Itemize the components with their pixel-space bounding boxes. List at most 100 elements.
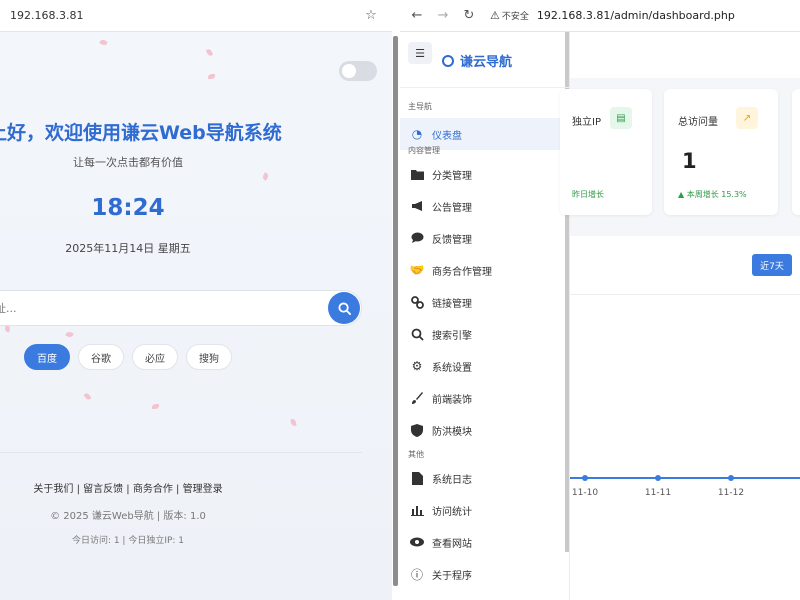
- shield-icon: [410, 423, 424, 437]
- sidebar-item-about[interactable]: ⓘ 关于程序: [400, 558, 569, 590]
- stat-card-partial: [792, 89, 800, 215]
- bookmark-star-icon[interactable]: ☆: [360, 8, 382, 23]
- visit-line-chart: 11-10 11-11 11-12: [570, 475, 800, 498]
- sidebar-item-announcements[interactable]: 公告管理: [400, 190, 569, 222]
- brand-name: 谦云导航: [460, 55, 513, 70]
- compass-logo-icon: [442, 54, 454, 67]
- petal-decoration-icon: [205, 48, 214, 57]
- forward-arrow-icon[interactable]: →: [430, 8, 456, 23]
- megaphone-icon: [410, 199, 424, 213]
- reload-icon[interactable]: ↻: [456, 8, 482, 23]
- section-other: 其他: [408, 450, 424, 459]
- engine-google[interactable]: 谷歌: [78, 344, 124, 370]
- nav-homepage: 上好，欢迎使用谦云Web导航系统 让每一次点击都有价值 18:24 2025年1…: [0, 32, 392, 600]
- sidebar-item-label: 访问统计: [432, 506, 472, 518]
- paintbrush-icon: [410, 391, 424, 405]
- sidebar-item-label: 公告管理: [432, 202, 472, 214]
- petal-decoration-icon: [261, 172, 270, 181]
- dashboard-main: 独立IP ▤ 昨日增长 总访问量 ↗ 1 ▲ 本周增长 15.3% 近7天 11…: [560, 32, 800, 600]
- left-browser-toolbar: 192.168.3.81 ☆: [0, 0, 392, 32]
- sidebar-item-label: 链接管理: [432, 298, 472, 310]
- petal-decoration-icon: [290, 418, 297, 427]
- bar-chart-icon: [410, 503, 424, 517]
- data-point[interactable]: [582, 475, 588, 481]
- sidebar-item-decoration[interactable]: 前端装饰: [400, 382, 569, 414]
- stat-card-unique-ip: 独立IP ▤ 昨日增长: [560, 89, 652, 215]
- sidebar-item-visit-stats[interactable]: 访问统计: [400, 494, 569, 526]
- copyright-text: © 2025 谦云Web导航 | 版本: 1.0: [50, 511, 206, 522]
- eye-icon: [410, 535, 424, 549]
- visit-stats-text: 今日访问: 1 | 今日独立IP: 1: [71, 536, 185, 546]
- sidebar-item-business[interactable]: 🤝 商务合作管理: [400, 254, 569, 286]
- theme-toggle[interactable]: [339, 61, 377, 81]
- search-input[interactable]: [0, 291, 281, 325]
- folder-icon: [410, 167, 424, 181]
- sidebar-item-view-site[interactable]: 查看网站: [400, 526, 569, 558]
- sidebar-item-label: 防洪模块: [432, 426, 472, 438]
- sidebar-item-label: 搜索引擎: [432, 330, 472, 342]
- petal-decoration-icon: [99, 38, 108, 47]
- card-trend: 昨日增长: [572, 190, 604, 199]
- sidebar-item-label: 前端装饰: [432, 394, 472, 406]
- footer-links[interactable]: 关于我们 | 留言反馈 | 商务合作 | 管理登录: [0, 480, 256, 495]
- security-indicator[interactable]: ⚠ 不安全: [490, 9, 529, 22]
- welcome-heading: 上好，欢迎使用谦云Web导航系统: [0, 122, 282, 144]
- sidebar-item-label: 查看网站: [432, 538, 472, 550]
- right-address-bar[interactable]: 192.168.3.81/admin/dashboard.php: [537, 9, 790, 22]
- slogan-text: 让每一次点击都有价值: [73, 156, 183, 169]
- card-value: 1: [682, 149, 697, 173]
- search-engine-tabs: 百度 谷歌 必应 搜狗: [24, 344, 232, 370]
- sidebar-item-label: 商务合作管理: [432, 266, 492, 278]
- not-secure-label: 不安全: [501, 12, 529, 22]
- card-title: 总访问量: [678, 117, 718, 128]
- menu-toggle-button[interactable]: ☰: [408, 42, 432, 64]
- sidebar-item-logs[interactable]: 系统日志: [400, 462, 569, 494]
- left-window-scrollbar[interactable]: [393, 36, 398, 586]
- engine-bing[interactable]: 必应: [132, 344, 178, 370]
- back-arrow-icon[interactable]: ←: [404, 8, 430, 23]
- engine-sogou[interactable]: 搜狗: [186, 344, 232, 370]
- info-icon: ⓘ: [410, 567, 423, 582]
- engine-baidu[interactable]: 百度: [24, 344, 70, 370]
- search-button[interactable]: [328, 292, 360, 324]
- gauge-icon: ◔: [411, 127, 423, 141]
- x-tick-label: 11-11: [645, 488, 671, 498]
- stat-card-total-visits: 总访问量 ↗ 1 ▲ 本周增长 15.3%: [664, 89, 778, 215]
- admin-sidebar: ☰ 谦云导航 主导航 ◔ 仪表盘 内容管理 分类管理 公告管理 反馈管理 🤝 商…: [400, 32, 570, 600]
- card-title: 独立IP: [572, 117, 601, 128]
- dashboard-topbar: [570, 32, 800, 78]
- sidebar-item-label: 仪表盘: [432, 130, 462, 142]
- sidebar-item-label: 系统日志: [432, 474, 472, 486]
- sidebar-item-settings[interactable]: ⚙ 系统设置: [400, 350, 569, 382]
- warning-icon: ⚠: [490, 9, 500, 22]
- id-card-icon: ▤: [610, 107, 632, 129]
- sidebar-item-links[interactable]: 链接管理: [400, 286, 569, 318]
- x-tick-label: 11-12: [718, 488, 744, 498]
- search-bar: [0, 290, 362, 326]
- sidebar-item-label: 分类管理: [432, 170, 472, 182]
- left-browser-window: 192.168.3.81 ☆ 上好，欢迎使用谦云Web导航系统 让每一次点击都有…: [0, 0, 392, 600]
- magnifier-icon: [410, 327, 424, 341]
- clock-time: 18:24: [91, 195, 165, 221]
- arrow-up-icon: ▲: [678, 190, 687, 199]
- sidebar-item-protection[interactable]: 防洪模块: [400, 414, 569, 446]
- brand[interactable]: 谦云导航: [442, 51, 512, 70]
- sidebar-header: ☰ 谦云导航: [400, 32, 569, 88]
- sidebar-item-feedback[interactable]: 反馈管理: [400, 222, 569, 254]
- trend-up-icon: ↗: [736, 107, 758, 129]
- left-address-bar[interactable]: 192.168.3.81: [10, 9, 360, 22]
- section-content-mgmt: 内容管理: [408, 146, 440, 155]
- sidebar-item-categories[interactable]: 分类管理: [400, 158, 569, 190]
- sidebar-item-label: 反馈管理: [432, 234, 472, 246]
- search-icon: [337, 301, 351, 315]
- sidebar-item-label: 系统设置: [432, 362, 472, 374]
- gear-icon: ⚙: [411, 359, 423, 373]
- x-tick-label: 11-10: [572, 488, 598, 498]
- sidebar-item-search-engines[interactable]: 搜索引擎: [400, 318, 569, 350]
- right-browser-window: ← → ↻ ⚠ 不安全 192.168.3.81/admin/dashboard…: [400, 0, 800, 600]
- data-point[interactable]: [655, 475, 661, 481]
- data-point[interactable]: [728, 475, 734, 481]
- petal-decoration-icon: [208, 74, 215, 79]
- section-main-nav: 主导航: [408, 102, 432, 111]
- link-icon: [410, 295, 424, 309]
